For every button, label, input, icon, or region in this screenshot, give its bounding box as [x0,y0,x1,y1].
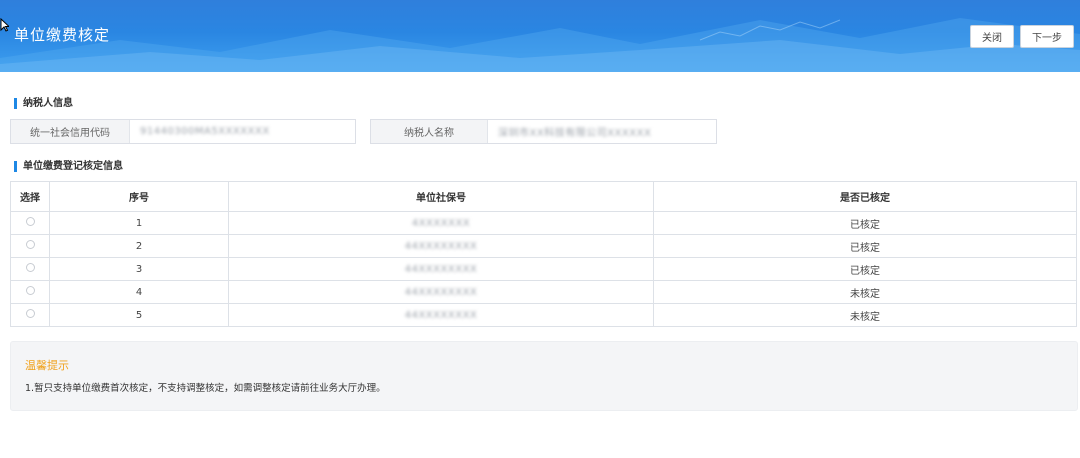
close-button[interactable]: 关闭 [970,25,1014,48]
tip-text: 1.暂只支持单位缴费首次核定，不支持调整核定，如需调整核定请前往业务大厅办理。 [25,383,386,394]
row-index: 4 [49,280,229,304]
row-social-no-cell: 4XXXXXXX [228,211,654,235]
registration-table: 选择 序号 单位社保号 是否已核定 1 4XXXXXXX 已核定 2 44XXX… [10,181,1077,327]
row-social-no: 44XXXXXXXX [404,240,478,252]
taxpayer-section-title: 纳税人信息 [14,98,73,109]
row-index: 5 [49,303,229,327]
mouse-pointer-icon [0,18,9,32]
row-social-no-cell: 44XXXXXXXX [228,303,654,327]
page-header: 单位缴费核定 关闭 下一步 [0,0,1080,72]
page-title: 单位缴费核定 [14,26,111,44]
row-social-no: 44XXXXXXXX [404,309,478,321]
column-header-social-no: 单位社保号 [228,181,654,212]
row-social-no: 44XXXXXXXX [404,286,478,298]
row-index: 2 [49,234,229,258]
radio-empty-icon[interactable] [25,263,35,272]
row-status: 未核定 [653,303,1077,327]
column-header-index: 序号 [49,181,229,212]
row-social-no: 44XXXXXXXX [404,263,478,275]
radio-empty-icon[interactable] [25,309,35,318]
table-row[interactable]: 1 4XXXXXXX 已核定 [10,211,1077,235]
tip-title: 温馨提示 [25,359,69,372]
credit-code-value: 91440300MA5XXXXXXX [140,126,270,137]
radio-empty-icon[interactable] [25,286,35,295]
table-header-row: 选择 序号 单位社保号 是否已核定 [10,181,1077,212]
row-social-no-cell: 44XXXXXXXX [228,257,654,281]
taxpayer-name-label: 纳税人名称 [371,120,488,143]
row-index: 1 [49,211,229,235]
row-select-cell[interactable] [10,211,50,235]
row-social-no-cell: 44XXXXXXXX [228,234,654,258]
row-social-no-cell: 44XXXXXXXX [228,280,654,304]
taxpayer-name-value-cell: 深圳市XX科技有限公司XXXXXX [488,120,716,143]
taxpayer-name-value: 深圳市XX科技有限公司XXXXXX [498,128,652,139]
row-status: 已核定 [653,257,1077,281]
credit-code-value-cell: 91440300MA5XXXXXXX [130,120,355,143]
table-row[interactable]: 2 44XXXXXXXX 已核定 [10,234,1077,258]
row-social-no: 4XXXXXXX [411,217,471,229]
table-row[interactable]: 5 44XXXXXXXX 未核定 [10,303,1077,327]
row-select-cell[interactable] [10,234,50,258]
radio-empty-icon[interactable] [25,217,35,226]
column-header-select: 选择 [10,181,50,212]
table-row[interactable]: 4 44XXXXXXXX 未核定 [10,280,1077,304]
credit-code-label: 统一社会信用代码 [11,120,130,143]
taxpayer-name-field: 纳税人名称 深圳市XX科技有限公司XXXXXX [370,119,717,144]
next-step-button[interactable]: 下一步 [1020,25,1074,48]
row-status: 已核定 [653,211,1077,235]
registration-section-title: 单位缴费登记核定信息 [14,161,123,172]
row-status: 已核定 [653,234,1077,258]
column-header-status: 是否已核定 [653,181,1077,212]
tip-panel: 温馨提示 1.暂只支持单位缴费首次核定，不支持调整核定，如需调整核定请前往业务大… [10,341,1078,411]
credit-code-field: 统一社会信用代码 91440300MA5XXXXXXX [10,119,356,144]
row-index: 3 [49,257,229,281]
radio-empty-icon[interactable] [25,240,35,249]
header-mountain-background [0,18,1080,72]
row-select-cell[interactable] [10,303,50,327]
row-select-cell[interactable] [10,257,50,281]
row-select-cell[interactable] [10,280,50,304]
table-row[interactable]: 3 44XXXXXXXX 已核定 [10,257,1077,281]
row-status: 未核定 [653,280,1077,304]
